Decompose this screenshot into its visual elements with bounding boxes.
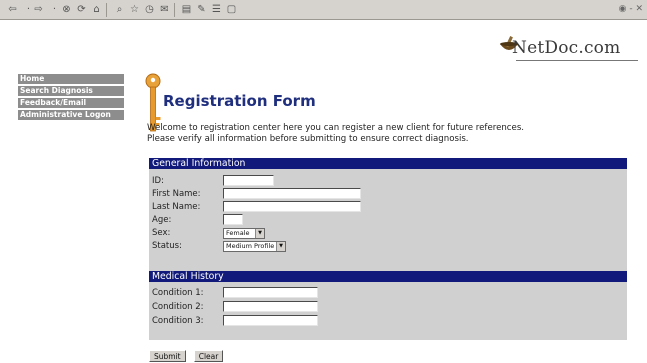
- throbber-icon: ◉ - ✕: [618, 4, 643, 14]
- sex-select[interactable]: Female ▼: [223, 228, 265, 239]
- messenger-icon[interactable]: ▢: [225, 3, 238, 16]
- print-icon[interactable]: ▤: [180, 3, 193, 16]
- back-icon[interactable]: ⇦: [6, 3, 19, 16]
- age-label: Age:: [152, 215, 172, 225]
- chevron-down-icon[interactable]: ▼: [276, 242, 285, 251]
- favorites-icon[interactable]: ☆: [128, 3, 141, 16]
- discuss-icon[interactable]: ☰: [210, 3, 223, 16]
- sidebar-item-feedback-email[interactable]: Feedback/Email: [18, 98, 124, 108]
- general-information-section: ID: First Name: Last Name: Age: Sex: Fem…: [149, 169, 627, 271]
- id-label: ID:: [152, 176, 164, 186]
- sidebar-item-search-diagnosis[interactable]: Search Diagnosis: [18, 86, 124, 96]
- submit-button[interactable]: Submit: [149, 350, 186, 362]
- intro-text: Welcome to registration center here you …: [147, 123, 627, 145]
- clear-button[interactable]: Clear: [193, 350, 224, 362]
- first-name-label: First Name:: [152, 189, 201, 199]
- sex-select-value: Female: [226, 229, 250, 237]
- condition-3-label: Condition 3:: [152, 316, 204, 326]
- status-select[interactable]: Medium Profile ▼: [223, 241, 286, 252]
- status-select-value: Medium Profile: [226, 242, 275, 250]
- forward-icon[interactable]: ⇨: [32, 3, 45, 16]
- stop-icon[interactable]: ⊗: [60, 3, 73, 16]
- refresh-icon[interactable]: ⟳: [75, 3, 88, 16]
- intro-line-1: Welcome to registration center here you …: [147, 123, 525, 133]
- logo-underline: [516, 60, 638, 61]
- condition-2-field[interactable]: [223, 301, 318, 312]
- page-title: Registration Form: [163, 92, 316, 110]
- history-icon[interactable]: ◷: [143, 3, 156, 16]
- sidebar-item-home[interactable]: Home: [18, 74, 124, 84]
- last-name-label: Last Name:: [152, 202, 201, 212]
- edit-icon[interactable]: ✎: [195, 3, 208, 16]
- status-label: Status:: [152, 241, 182, 251]
- age-field[interactable]: [223, 214, 243, 225]
- logo-text: NetDoc.com: [512, 38, 621, 58]
- general-information-header: General Information: [149, 158, 627, 169]
- site-logo[interactable]: NetDoc.com: [496, 28, 642, 66]
- home-icon[interactable]: ⌂: [90, 3, 103, 16]
- mail-icon[interactable]: ✉: [158, 3, 171, 16]
- condition-1-label: Condition 1:: [152, 288, 204, 298]
- browser-toolbar: ⇦ · ⇨ · ⊗ ⟳ ⌂ ⌕ ☆ ◷ ✉ ▤ ✎ ☰ ▢ ◉ - ✕: [0, 0, 647, 20]
- medical-history-section: Condition 1: Condition 2: Condition 3:: [149, 282, 627, 340]
- condition-1-field[interactable]: [223, 287, 318, 298]
- search-icon[interactable]: ⌕: [113, 3, 126, 16]
- condition-3-field[interactable]: [223, 315, 318, 326]
- first-name-field[interactable]: [223, 188, 361, 199]
- registration-form: General Information ID: First Name: Last…: [149, 158, 627, 340]
- intro-line-2: Please verify all information before sub…: [147, 134, 469, 144]
- sidebar-item-administrative-logon[interactable]: Administrative Logon: [18, 110, 124, 120]
- condition-2-label: Condition 2:: [152, 302, 204, 312]
- last-name-field[interactable]: [223, 201, 361, 212]
- chevron-down-icon[interactable]: ▼: [255, 229, 264, 238]
- medical-history-header: Medical History: [149, 271, 627, 282]
- sidebar-nav: Home Search Diagnosis Feedback/Email Adm…: [18, 74, 124, 122]
- form-actions: Submit Clear: [149, 344, 226, 363]
- id-field[interactable]: [223, 175, 274, 186]
- sex-label: Sex:: [152, 228, 171, 238]
